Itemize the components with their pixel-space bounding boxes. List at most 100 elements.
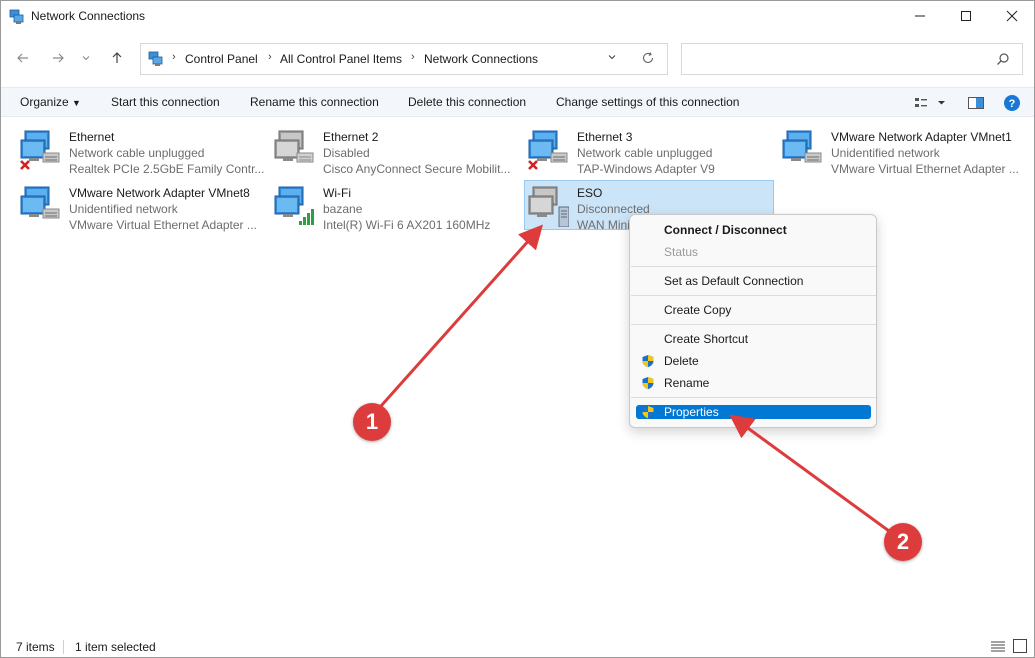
connection-name: Ethernet 2 [323, 130, 379, 144]
connection-text: Wi-Fi bazane Intel(R) Wi-Fi 6 AX201 160M… [323, 185, 519, 233]
uac-shield-icon [642, 377, 654, 390]
breadcrumb-all-items[interactable]: All Control Panel Items [280, 52, 402, 66]
back-button[interactable] [12, 46, 34, 70]
recent-locations-button[interactable] [78, 46, 94, 70]
menu-separator [631, 266, 876, 267]
close-button[interactable] [989, 1, 1035, 31]
svg-text:?: ? [1009, 98, 1016, 110]
connection-status: Network cable unplugged [69, 146, 205, 160]
uac-shield-icon [642, 406, 654, 419]
connection-status: Disabled [323, 146, 370, 160]
large-icons-view-button[interactable] [1012, 638, 1028, 654]
breadcrumb-separator-icon[interactable]: › [268, 51, 272, 63]
search-input[interactable] [681, 43, 1023, 75]
connection-device: Realtek PCIe 2.5GbE Family Contr... [69, 162, 265, 176]
menu-separator [631, 324, 876, 325]
help-button[interactable]: ? [1003, 94, 1021, 112]
network-adapter-icon [274, 130, 314, 163]
selection-count: 1 item selected [75, 640, 156, 654]
menu-item-create-copy[interactable]: Create Copy [636, 300, 871, 320]
connection-name: Ethernet [69, 130, 115, 144]
connection-text: VMware Network Adapter VMnet1 Unidentifi… [831, 129, 1027, 177]
start-connection-button[interactable]: Start this connection [111, 95, 220, 109]
network-connections-icon [9, 9, 24, 24]
large-icons-view-icon [1013, 639, 1027, 653]
connection-text: VMware Network Adapter VMnet8 Unidentifi… [69, 185, 265, 233]
rename-connection-button[interactable]: Rename this connection [250, 95, 379, 109]
help-icon: ? [1004, 95, 1020, 111]
triangle-down-icon: ▼ [72, 98, 81, 108]
organize-label: Organize [20, 95, 69, 109]
menu-separator [631, 397, 876, 398]
connection-device: Intel(R) Wi-Fi 6 AX201 160MHz [323, 218, 491, 232]
connection-item-wifi[interactable]: Wi-Fi bazane Intel(R) Wi-Fi 6 AX201 160M… [271, 181, 521, 233]
title-bar: Network Connections [1, 1, 1034, 33]
minimize-button[interactable] [897, 1, 943, 31]
change-settings-button[interactable]: Change settings of this connection [556, 95, 739, 109]
menu-item-set-default[interactable]: Set as Default Connection [636, 271, 871, 291]
menu-item-status: Status [664, 245, 699, 259]
refresh-button[interactable] [638, 50, 658, 70]
address-history-button[interactable] [603, 50, 621, 68]
menu-item-label: Delete [664, 354, 699, 368]
status-divider [63, 640, 64, 654]
connection-device: Cisco AnyConnect Secure Mobilit... [323, 162, 511, 176]
search-icon [997, 53, 1009, 65]
annotation-badge-1: 1 [353, 403, 391, 441]
menu-item-connect-disconnect[interactable]: Connect / Disconnect [636, 220, 871, 240]
connection-item-ethernet[interactable]: Ethernet Network cable unplugged Realtek… [17, 125, 267, 177]
up-button[interactable] [106, 46, 128, 70]
breadcrumb-control-panel[interactable]: Control Panel [185, 52, 258, 66]
maximize-button[interactable] [943, 1, 989, 31]
menu-separator [631, 295, 876, 296]
connection-text: Ethernet 3 Network cable unplugged TAP-W… [577, 129, 773, 177]
network-adapter-icon [782, 130, 822, 163]
connection-item-vmnet1[interactable]: VMware Network Adapter VMnet1 Unidentifi… [779, 125, 1029, 177]
command-bar: Organize ▼ Start this connection Rename … [1, 87, 1034, 117]
minimize-icon [915, 15, 925, 17]
arrow-up-icon [112, 52, 122, 63]
forward-button[interactable] [47, 46, 69, 70]
menu-item-create-shortcut[interactable]: Create Shortcut [636, 329, 871, 349]
annotation-arrow-2 [729, 414, 890, 533]
preview-pane-button[interactable] [967, 94, 987, 112]
connection-device: VMware Virtual Ethernet Adapter ... [831, 162, 1019, 176]
refresh-icon [642, 52, 654, 64]
breadcrumb-network-connections[interactable]: Network Connections [424, 52, 538, 66]
menu-item-label: Properties [664, 405, 719, 419]
status-bar: 7 items 1 item selected [1, 635, 1034, 657]
connection-item-vmnet8[interactable]: VMware Network Adapter VMnet8 Unidentifi… [17, 181, 267, 233]
connection-item-ethernet-3[interactable]: Ethernet 3 Network cable unplugged TAP-W… [525, 125, 775, 177]
wifi-adapter-icon [274, 186, 314, 225]
arrow-left-icon [17, 53, 28, 63]
preview-pane-icon [968, 97, 984, 109]
menu-item-rename[interactable]: Rename [636, 373, 871, 393]
details-view-button[interactable] [990, 639, 1006, 653]
menu-item-label: Rename [664, 376, 710, 390]
chevron-down-icon [608, 55, 616, 60]
network-adapter-icon [20, 130, 60, 170]
organize-button[interactable]: Organize ▼ [20, 95, 81, 109]
menu-item-properties[interactable]: Properties [636, 405, 871, 419]
connection-item-ethernet-2[interactable]: Ethernet 2 Disabled Cisco AnyConnect Sec… [271, 125, 521, 176]
breadcrumb-separator-icon[interactable]: › [172, 51, 176, 63]
chevron-down-icon [82, 56, 90, 61]
connection-text: Ethernet Network cable unplugged Realtek… [69, 129, 265, 177]
address-bar[interactable]: › Control Panel › All Control Panel Item… [140, 43, 668, 75]
breadcrumb-separator-icon[interactable]: › [411, 51, 415, 63]
connection-status: Unidentified network [831, 146, 940, 160]
network-connections-window: Network Connections › Control Panel › Al… [0, 0, 1035, 658]
view-options-button[interactable] [914, 94, 948, 112]
control-panel-icon [148, 51, 163, 66]
annotation-badge-2: 2 [884, 523, 922, 561]
connection-name: Ethernet 3 [577, 130, 633, 144]
uac-shield-icon [642, 355, 654, 368]
delete-connection-button[interactable]: Delete this connection [408, 95, 526, 109]
details-view-icon [915, 98, 945, 107]
wan-adapter-icon [528, 186, 569, 227]
network-adapter-icon [20, 186, 60, 219]
connection-name: VMware Network Adapter VMnet8 [69, 186, 250, 200]
connection-status: Unidentified network [69, 202, 178, 216]
annotation-arrow-1 [379, 224, 543, 407]
menu-item-delete[interactable]: Delete [636, 351, 871, 371]
